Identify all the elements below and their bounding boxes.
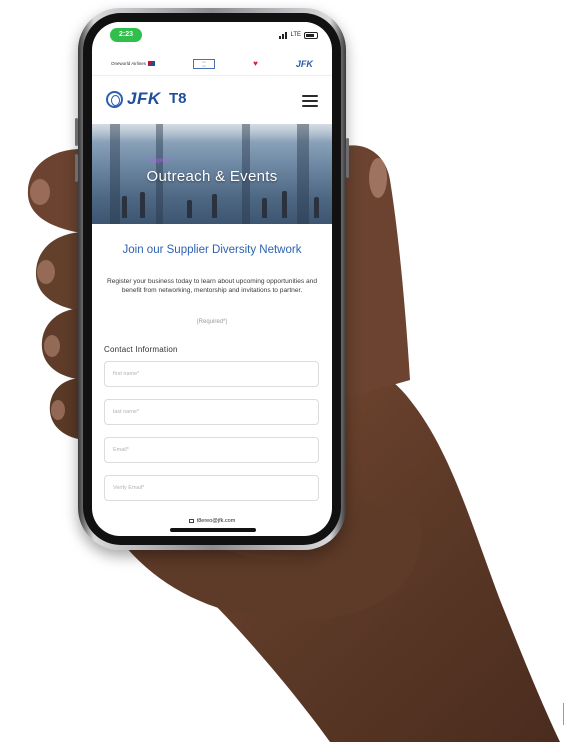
partner-oneworld[interactable]: Oneworld Airlines	[111, 61, 156, 66]
partner-logos: Oneworld Airlines ▭ ▭ ♥ JFK	[92, 52, 332, 76]
hero-banner: Popular Outreach & Events	[92, 124, 332, 224]
join-title: Join our Supplier Diversity Network	[122, 244, 302, 256]
phone-screen: 2:23 LTE Oneworld Airlines ▭ ▭ ♥ JFK JFK…	[92, 22, 332, 536]
thumbnail	[369, 158, 387, 198]
terminal-logo[interactable]: T8	[169, 90, 187, 107]
airline-logo-icon	[148, 61, 156, 66]
required-note: (Required*)	[196, 319, 228, 325]
partner-heart-logo[interactable]: ♥	[253, 58, 258, 68]
network-label: LTE	[290, 32, 301, 38]
contact-information-label: Contact Information	[104, 345, 178, 354]
footer-email-link[interactable]: t8ereo@jfk.com	[92, 518, 332, 524]
status-indicators: LTE	[279, 29, 318, 41]
last-name-input[interactable]	[104, 399, 319, 425]
edge-mark	[563, 703, 564, 725]
hero-tag: Popular	[150, 158, 173, 164]
partner-box-logo[interactable]: ▭ ▭	[193, 58, 216, 69]
status-time: 2:23	[110, 28, 142, 42]
volume-button	[75, 118, 78, 146]
smartphone: 2:23 LTE Oneworld Airlines ▭ ▭ ♥ JFK JFK…	[75, 8, 349, 550]
heart-icon: ♥	[253, 58, 258, 68]
fingernail-4	[51, 400, 65, 420]
mail-icon	[188, 518, 194, 523]
hamburger-menu-icon[interactable]	[302, 95, 318, 107]
battery-icon	[304, 31, 318, 39]
email-input[interactable]	[104, 437, 319, 463]
globe-icon[interactable]	[106, 91, 123, 108]
site-logo[interactable]: JFK	[127, 89, 161, 109]
power-button	[346, 138, 349, 178]
jfk-small-logo: JFK	[295, 58, 313, 69]
fingernail-3	[44, 335, 60, 357]
fingernail-2	[37, 260, 55, 284]
verify-email-input[interactable]	[104, 475, 319, 501]
partner-jfk[interactable]: JFK	[296, 59, 313, 69]
hero-title: Outreach & Events	[146, 168, 278, 185]
signal-icon	[279, 31, 288, 39]
home-indicator[interactable]	[170, 528, 256, 532]
fingernail-1	[30, 179, 50, 205]
site-header: JFK T8	[92, 80, 332, 122]
join-description: Register your business today to learn ab…	[106, 278, 318, 294]
first-name-input[interactable]	[104, 361, 319, 387]
volume-button	[75, 154, 78, 182]
status-bar: 2:23 LTE	[92, 22, 332, 48]
partner-box-icon: ▭ ▭	[193, 58, 216, 69]
